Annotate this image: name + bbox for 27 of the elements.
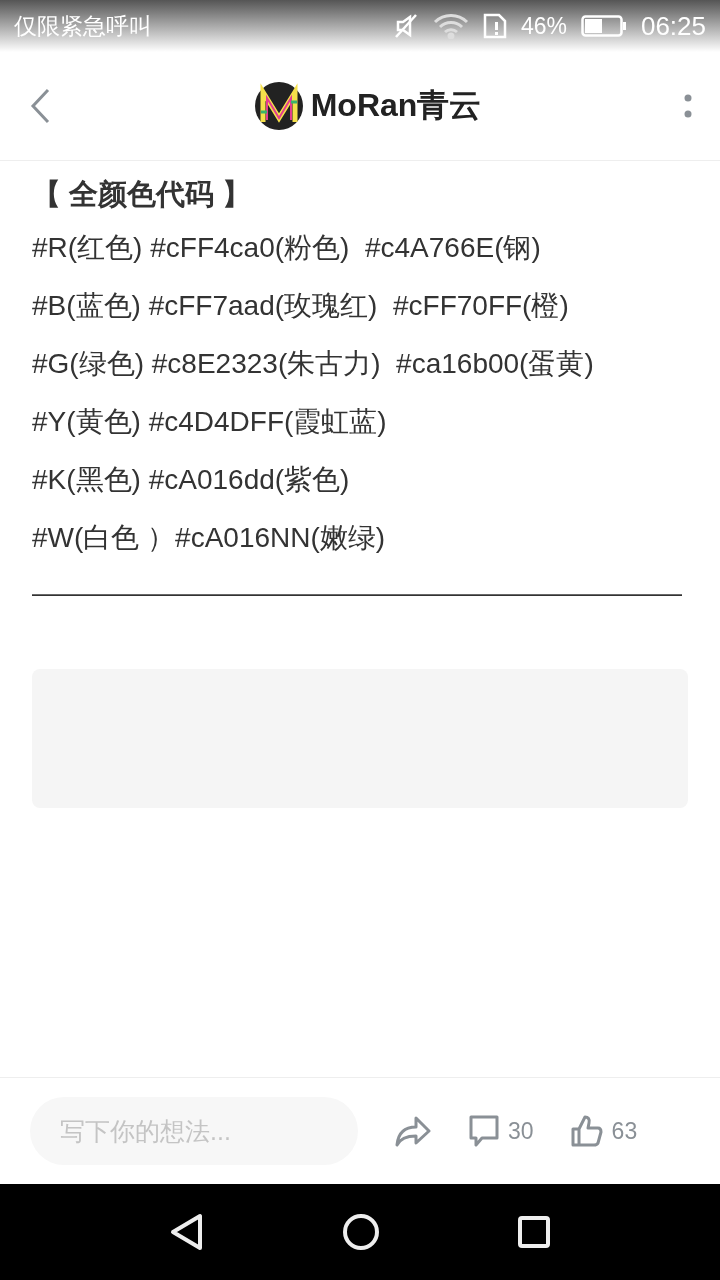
sim-alert-icon — [482, 13, 507, 39]
emergency-calls-text: 仅限紧急呼叫 — [14, 11, 152, 41]
muted-icon — [392, 13, 419, 39]
more-icon[interactable] — [684, 93, 692, 119]
color-code-line: #W(白色 ）#cA016NN(嫩绿) — [32, 521, 387, 555]
nav-recents-icon[interactable] — [518, 1216, 551, 1248]
nav-home-icon[interactable] — [343, 1214, 379, 1250]
avatar-icon — [254, 82, 303, 130]
nav-back-icon[interactable] — [169, 1213, 204, 1251]
thumbs-up-icon[interactable] — [569, 1114, 604, 1148]
comment-icon[interactable] — [468, 1114, 500, 1148]
color-code-line: #G(绿色) #c8E2323(朱古力) #ca16b00(蛋黄) — [32, 347, 595, 381]
back-icon[interactable] — [28, 88, 52, 124]
comment-count: 30 — [508, 1117, 534, 1145]
color-code-line: #K(黑色) #cA016dd(紫色) — [32, 463, 351, 497]
color-code-line: #R(红色) #cFF4ca0(粉色) #c4A766E(钢) — [32, 231, 542, 265]
color-code-line: #B(蓝色) #cFF7aad(玫瑰红) #cFF70FF(橙) — [32, 289, 570, 323]
battery-percent: 46% — [520, 12, 567, 40]
clock: 06:25 — [640, 10, 706, 42]
post-heading: 【 全颜色代码 】 — [32, 177, 253, 212]
dash-rule-text: —————————————————————————— — [32, 577, 683, 609]
wifi-icon — [432, 13, 469, 39]
account-title: MoRan青云 — [310, 86, 482, 125]
battery-icon — [580, 14, 627, 38]
color-code-line: #Y(黄色) #c4D4DFF(霞虹蓝) — [32, 405, 388, 439]
like-count: 63 — [611, 1117, 638, 1145]
share-icon[interactable] — [394, 1115, 432, 1147]
